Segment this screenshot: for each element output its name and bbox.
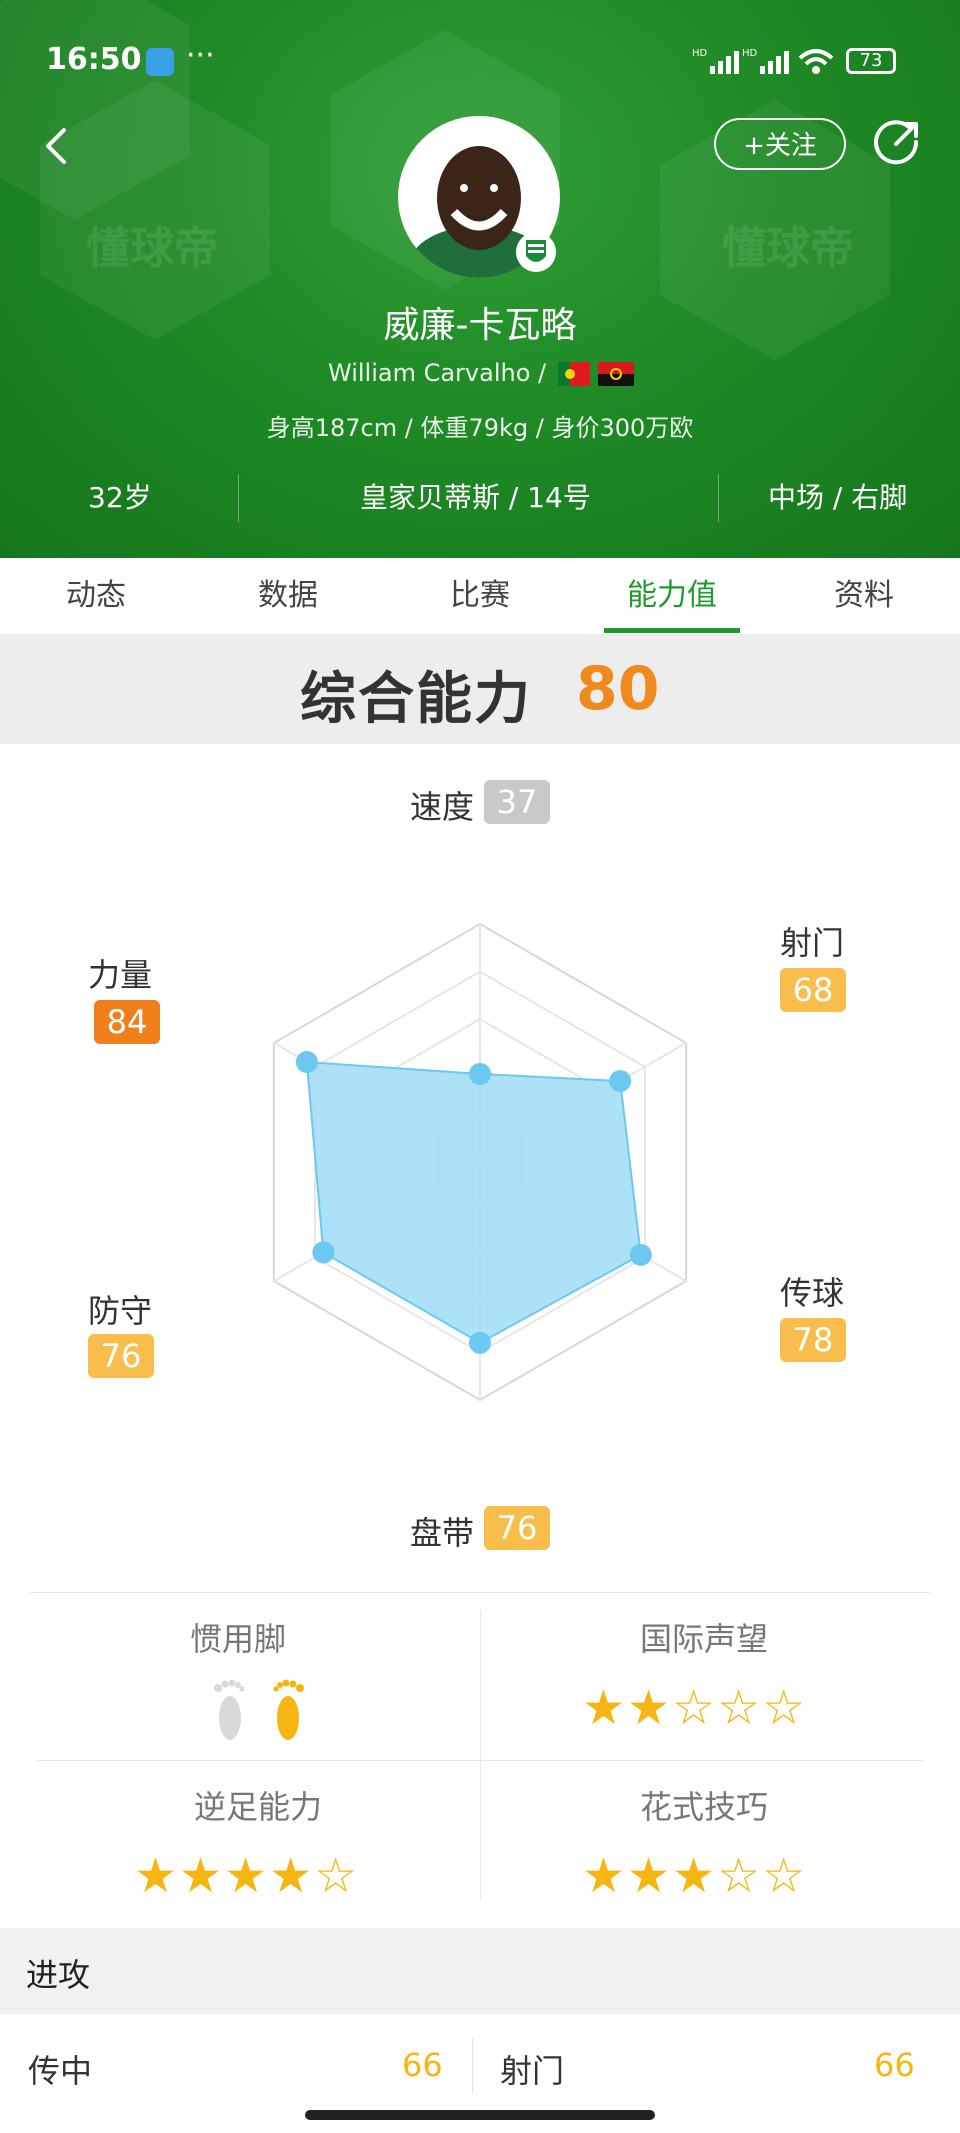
svg-text:HD: HD [742,48,758,59]
axis-label-speed: 速度 [410,788,475,826]
tab-profile[interactable]: 资料 [768,558,960,634]
axis-label-strength: 力量 [88,956,153,994]
stat-label-crossing: 传中 [28,2052,93,2090]
radar-point-2 [629,1243,652,1266]
axis-label-dribbling: 盘带 [410,1514,475,1552]
weak-foot-stars: ★★★★☆ [134,1848,359,1904]
player-header: 懂球帝 懂球帝 [0,0,960,558]
stat-value-shooting: 66 [874,2046,915,2084]
radar-point-3 [469,1331,491,1354]
info-divider [238,474,239,522]
weak-foot-label: 逆足能力 [193,1788,322,1826]
signal-icon: HD [742,48,789,74]
star-empty-icon: ☆ [672,1680,718,1736]
attack-section-title: 进攻 [26,1956,91,1994]
tab-data[interactable]: 数据 [192,558,384,634]
radar-point-1 [609,1070,632,1093]
star-filled-icon: ★ [224,1848,270,1904]
battery-icon: 73 [846,48,896,74]
star-empty-icon: ☆ [717,1680,763,1736]
wifi-icon [798,49,834,74]
preferred-foot-icon [214,1679,304,1740]
tab-bar: 动态 数据 比赛 能力值 资料 [0,558,960,634]
axis-label-passing: 传球 [780,1274,845,1312]
star-empty-icon: ☆ [762,1848,808,1904]
skill-moves-stars: ★★★☆☆ [582,1848,807,1904]
status-time: 16:50 [46,42,142,77]
badge-passing: 78 [780,1318,846,1362]
player-name: 威廉-卡瓦略 [383,305,577,346]
stat-value-crossing: 66 [402,2046,443,2084]
axis-label-shooting: 射门 [780,924,845,962]
star-filled-icon: ★ [582,1680,628,1736]
radar-point-0 [469,1062,491,1085]
divider [472,2038,473,2094]
svg-text:HD: HD [692,48,708,59]
app-notification-icon [146,48,174,76]
badge-shooting: 68 [780,968,846,1012]
radar-chart [272,922,688,1402]
star-filled-icon: ★ [627,1680,673,1736]
badge-defending: 76 [88,1334,154,1378]
divider [30,1592,930,1593]
star-filled-icon: ★ [179,1848,225,1904]
active-tab-indicator [604,628,740,633]
star-filled-icon: ★ [672,1848,718,1904]
attack-section-header [0,1928,960,2014]
tab-news[interactable]: 动态 [0,558,192,634]
portugal-flag-icon [558,362,590,386]
divider [480,1610,481,1900]
preferred-foot-label: 惯用脚 [189,1620,286,1658]
star-filled-icon: ★ [627,1848,673,1904]
star-empty-icon: ☆ [762,1680,808,1736]
star-empty-icon: ☆ [717,1848,763,1904]
home-indicator [305,2110,655,2120]
radar-point-4 [312,1241,335,1264]
badge-speed: 37 [484,780,550,824]
star-filled-icon: ★ [269,1848,315,1904]
radar-data-area [305,1060,642,1345]
overall-value: 80 [576,654,660,724]
signal-icon: HD [692,48,739,74]
info-divider [718,474,719,522]
stat-label-shooting: 射门 [500,2052,565,2090]
international-reputation-stars: ★★☆☆☆ [582,1680,807,1736]
skill-moves-label: 花式技巧 [639,1788,768,1826]
more-dots: ··· [186,38,215,73]
international-reputation-label: 国际声望 [639,1620,768,1658]
player-position-foot: 中场 / 右脚 [768,481,908,514]
tab-matches[interactable]: 比赛 [384,558,576,634]
player-club-number: 皇家贝蒂斯 / 14号 [360,481,591,514]
watermark: 懂球帝 [86,223,218,274]
club-badge-icon [516,232,556,272]
badge-dribbling: 76 [484,1506,550,1550]
overall-label: 综合能力 [300,667,532,732]
player-name-english: William Carvalho / [328,359,547,387]
radar-point-5 [295,1051,318,1074]
divider [36,1760,924,1761]
badge-strength: 84 [94,1000,160,1044]
tab-ability[interactable]: 能力值 [576,558,768,634]
player-body-info: 身高187cm / 体重79kg / 身价300万欧 [266,414,694,442]
angola-flag-icon [598,362,634,386]
player-age: 32岁 [88,481,152,514]
watermark: 懂球帝 [722,223,854,274]
share-icon[interactable] [872,118,922,168]
star-filled-icon: ★ [134,1848,180,1904]
axis-label-defending: 防守 [88,1292,153,1330]
star-filled-icon: ★ [582,1848,628,1904]
follow-button[interactable]: +关注 [714,118,846,170]
back-icon[interactable] [44,126,68,166]
star-empty-icon: ☆ [314,1848,360,1904]
